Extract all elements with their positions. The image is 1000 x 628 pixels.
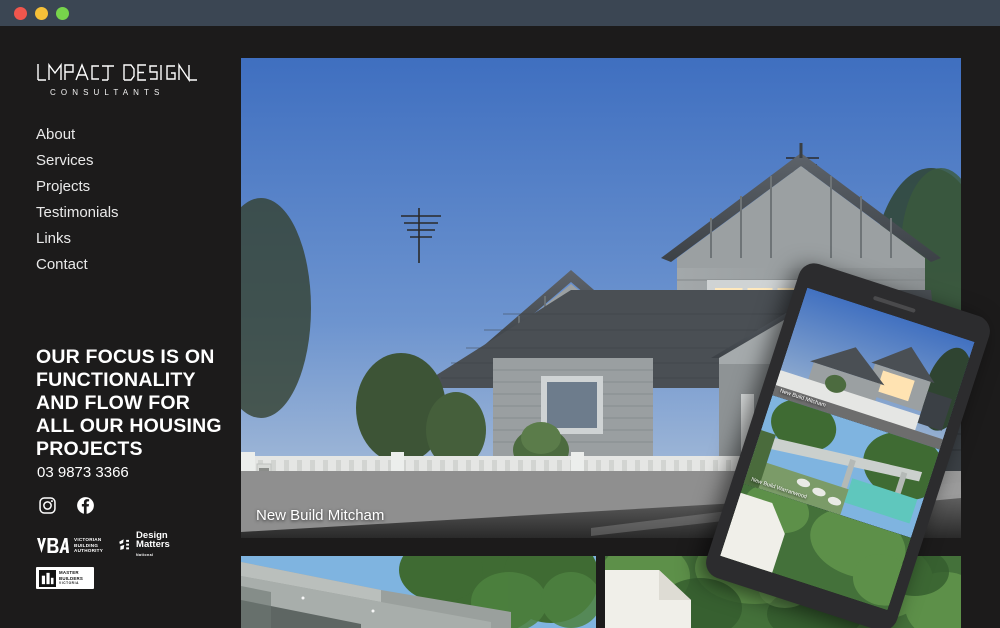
site-logo[interactable]: CONSULTANTS [36, 58, 206, 97]
nav-item-testimonials[interactable]: Testimonials [36, 200, 226, 226]
accreditation-logos: VICTORIAN BUILDING AUTHORITY Design Matt… [36, 531, 226, 590]
instagram-icon[interactable] [38, 496, 57, 515]
close-window-button[interactable] [14, 6, 27, 20]
vba-wordmark: VICTORIAN BUILDING AUTHORITY [74, 537, 104, 554]
nav-item-contact[interactable]: Contact [36, 252, 226, 278]
logo-wordmark-icon [37, 62, 197, 83]
master-builders-logo: MASTER BUILDERS VICTORIA [36, 567, 94, 590]
nav-item-about[interactable]: About [36, 122, 226, 148]
social-links [38, 496, 95, 515]
nav-item-projects[interactable]: Projects [36, 174, 226, 200]
hero-caption: New Build Mitcham [256, 507, 385, 524]
thumbnail-carport[interactable] [241, 556, 596, 628]
nav-link-testimonials[interactable]: Testimonials [36, 200, 226, 226]
facebook-icon[interactable] [76, 496, 95, 515]
window-titlebar [0, 0, 1000, 26]
sidebar-tagline: OUR FOCUS IS ON FUNCTIONALITY AND FLOW F… [36, 346, 222, 460]
browser-window: CONSULTANTS About Services Projects Test… [0, 0, 1000, 628]
nav-link-about[interactable]: About [36, 122, 226, 148]
vba-mark-icon [37, 538, 69, 554]
thumbnail-carport-illustration [241, 556, 596, 628]
nav-item-services[interactable]: Services [36, 148, 226, 174]
website-page: CONSULTANTS About Services Projects Test… [0, 26, 1000, 628]
master-builders-mark-icon [39, 569, 56, 587]
phone-number[interactable]: 03 9873 3366 [37, 464, 129, 481]
vba-logo: VICTORIAN BUILDING AUTHORITY [36, 537, 103, 554]
main-navigation: About Services Projects Testimonials Lin… [36, 122, 226, 278]
design-matters-wordmark: Design Matters National [136, 530, 170, 557]
nav-link-links[interactable]: Links [36, 226, 226, 252]
design-matters-mark-icon [119, 539, 130, 550]
sidebar: CONSULTANTS About Services Projects Test… [0, 26, 241, 628]
main-content: New Build Mitcham New Build Mitcham New … [241, 26, 1000, 628]
logo-subtitle: CONSULTANTS [50, 88, 165, 97]
master-builders-wordmark: MASTER BUILDERS VICTORIA [59, 570, 84, 585]
nav-link-projects[interactable]: Projects [36, 174, 226, 200]
maximize-window-button[interactable] [56, 6, 69, 20]
minimize-window-button[interactable] [35, 6, 48, 20]
nav-link-services[interactable]: Services [36, 148, 226, 174]
nav-item-links[interactable]: Links [36, 226, 226, 252]
design-matters-logo: Design Matters National [118, 531, 170, 560]
nav-link-contact[interactable]: Contact [36, 252, 226, 278]
